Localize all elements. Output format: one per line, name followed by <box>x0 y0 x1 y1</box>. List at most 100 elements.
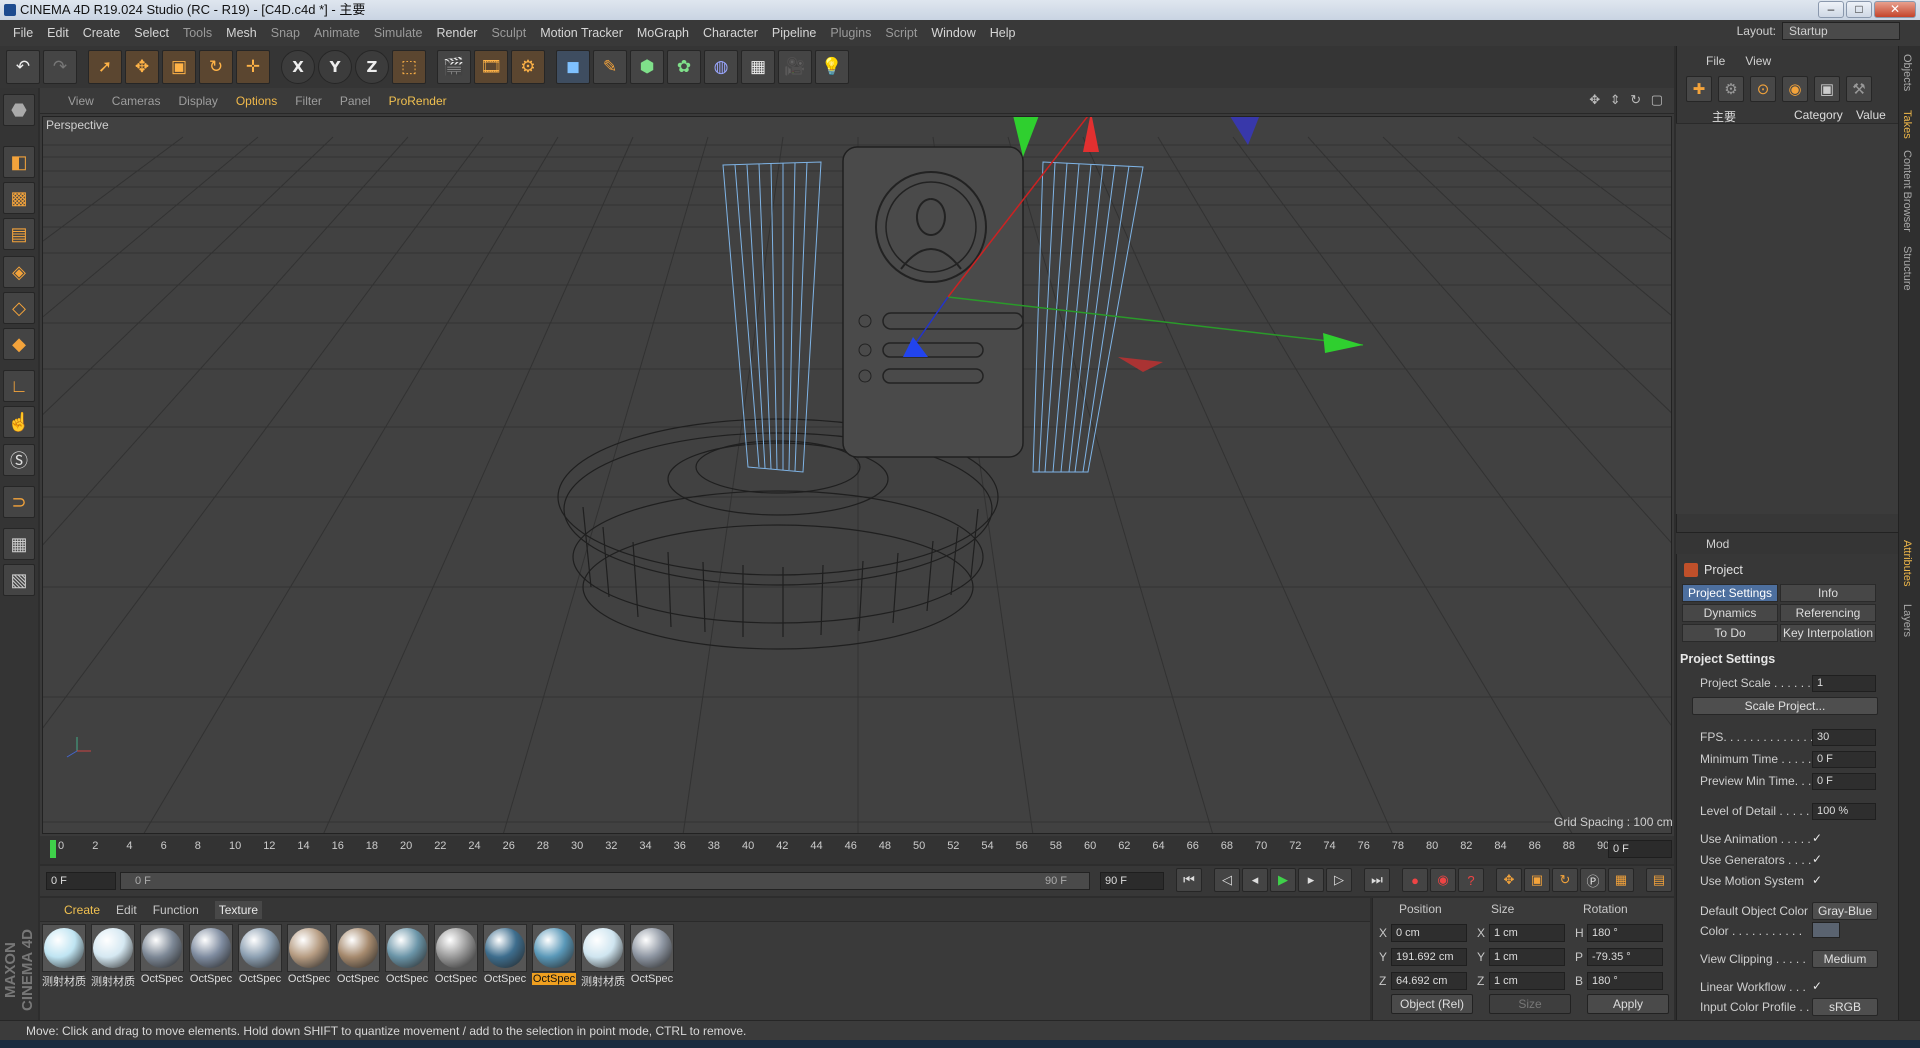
material-name[interactable]: OctSpec <box>140 973 184 985</box>
minimum-time-field[interactable]: 0 F <box>1812 751 1876 768</box>
snap-icon[interactable]: ⊃ <box>3 486 35 518</box>
tab-to-do[interactable]: To Do <box>1682 624 1778 642</box>
octane-render-icon[interactable]: ✚ <box>1686 76 1712 102</box>
material-preview[interactable] <box>42 924 86 972</box>
rotate-tool-icon[interactable]: ↻ <box>199 50 233 84</box>
material-item[interactable]: OctSpec <box>630 924 674 989</box>
tab-info[interactable]: Info <box>1780 584 1876 602</box>
menu-script[interactable]: Script <box>878 26 924 40</box>
material-preview[interactable] <box>140 924 184 972</box>
material-name[interactable]: 测射材质 <box>91 973 135 989</box>
coordinate-system-icon[interactable]: ⬚ <box>392 50 426 84</box>
material-preview[interactable] <box>238 924 282 972</box>
current-frame-field[interactable]: 0 F <box>1608 840 1672 858</box>
menu-mesh[interactable]: Mesh <box>219 26 264 40</box>
material-item[interactable]: OctSpec <box>238 924 282 989</box>
material-preview[interactable] <box>483 924 527 972</box>
menu-mograph[interactable]: MoGraph <box>630 26 696 40</box>
prev-frame-icon[interactable]: ◂ <box>1242 868 1268 892</box>
tab-project-settings[interactable]: Project Settings <box>1682 584 1778 602</box>
material-preview[interactable] <box>581 924 625 972</box>
edges-mode-icon[interactable]: ◇ <box>3 292 35 324</box>
material-name[interactable]: OctSpec <box>287 973 331 985</box>
cube-icon[interactable]: ◼ <box>556 50 590 84</box>
material-preview[interactable] <box>385 924 429 972</box>
obj-menu-file[interactable]: File <box>1706 54 1725 68</box>
linear-workflow-checkbox[interactable]: ✓ <box>1812 980 1826 993</box>
side-tab-takes[interactable]: Takes <box>1901 110 1913 139</box>
maximize-button[interactable]: □ <box>1846 1 1872 18</box>
level-of-detail-field[interactable]: 100 % <box>1812 803 1876 820</box>
timeline-ruler[interactable]: 0 2 4 6 8 10 12 14 16 18 20 22 24 26 28 30 32 34 36 38 40 42 4… <box>58 840 1609 860</box>
menu-select[interactable]: Select <box>127 26 176 40</box>
playhead-marker[interactable] <box>50 840 56 858</box>
rot-b-field[interactable]: 180 ° <box>1587 972 1663 990</box>
material-item[interactable]: OctSpec <box>532 924 576 989</box>
y-axis-lock-icon[interactable]: Y <box>318 50 352 84</box>
subdivision-icon[interactable]: ⬢ <box>630 50 664 84</box>
side-tab-structure[interactable]: Structure <box>1901 246 1913 291</box>
key-position-icon[interactable]: ✥ <box>1496 868 1522 892</box>
material-item[interactable]: OctSpec <box>385 924 429 989</box>
next-key-icon[interactable]: ▷ <box>1326 868 1352 892</box>
material-name[interactable]: 测射材质 <box>581 973 625 989</box>
use-generators-checkbox[interactable]: ✓ <box>1812 853 1826 866</box>
material-preview[interactable] <box>91 924 135 972</box>
rot-h-field[interactable]: 180 ° <box>1587 924 1663 942</box>
preview-min-time-field[interactable]: 0 F <box>1812 773 1876 790</box>
side-tab-objects[interactable]: Objects <box>1901 54 1913 91</box>
material-name[interactable]: OctSpec <box>630 973 674 985</box>
redo-icon[interactable]: ↷ <box>43 50 77 84</box>
last-tool-icon[interactable]: ✛ <box>236 50 270 84</box>
material-name[interactable]: OctSpec <box>483 973 527 985</box>
key-pla-icon[interactable]: ▦ <box>1608 868 1634 892</box>
selection-tool-icon[interactable]: ➚ <box>88 50 122 84</box>
record-icon[interactable]: ● <box>1402 868 1428 892</box>
key-scale-icon[interactable]: ▣ <box>1524 868 1550 892</box>
layout-dropdown[interactable]: Startup <box>1782 22 1900 40</box>
material-item[interactable]: 测射材质 <box>581 924 625 989</box>
material-item[interactable]: 测射材质 <box>42 924 86 989</box>
menu-tools[interactable]: Tools <box>176 26 219 40</box>
material-menu-create[interactable]: Create <box>64 903 100 917</box>
rot-p-field[interactable]: -79.35 ° <box>1587 948 1663 966</box>
menu-sculpt[interactable]: Sculpt <box>484 26 533 40</box>
project-scale-field[interactable]: 1 <box>1812 675 1876 692</box>
material-item[interactable]: OctSpec <box>336 924 380 989</box>
scale-tool-icon[interactable]: ▣ <box>162 50 196 84</box>
tab-referencing[interactable]: Referencing <box>1780 604 1876 622</box>
undo-icon[interactable]: ↶ <box>6 50 40 84</box>
fps-field[interactable]: 30 <box>1812 729 1876 746</box>
close-button[interactable]: ✕ <box>1874 1 1916 18</box>
size-z-field[interactable]: 1 cm <box>1489 972 1565 990</box>
menu-render[interactable]: Render <box>429 26 484 40</box>
viewport-menu-options[interactable]: Options <box>236 94 277 108</box>
material-item[interactable]: OctSpec <box>434 924 478 989</box>
default-object-color-dropdown[interactable]: Gray-Blue <box>1812 902 1878 920</box>
attr-mode-menu[interactable]: Mod <box>1706 537 1729 551</box>
size-mode-dropdown[interactable]: Size <box>1489 994 1571 1014</box>
octane-settings-icon[interactable]: ⚙ <box>1718 76 1744 102</box>
material-item[interactable]: OctSpec <box>140 924 184 989</box>
make-editable-icon[interactable]: ⬣ <box>3 94 35 126</box>
material-preview[interactable] <box>336 924 380 972</box>
model-mode-icon[interactable]: ◧ <box>3 146 35 178</box>
object-list[interactable] <box>1676 124 1898 514</box>
render-picture-viewer-icon[interactable]: 🎞 <box>474 50 508 84</box>
texture-mode-icon[interactable]: ▩ <box>3 182 35 214</box>
workplane-lock-icon[interactable]: ▦ <box>3 528 35 560</box>
tab-dynamics[interactable]: Dynamics <box>1682 604 1778 622</box>
material-item[interactable]: OctSpec <box>287 924 331 989</box>
input-color-profile-dropdown[interactable]: sRGB <box>1812 998 1878 1016</box>
viewport-menu-filter[interactable]: Filter <box>295 94 322 108</box>
menu-pipeline[interactable]: Pipeline <box>765 26 823 40</box>
material-name[interactable]: OctSpec <box>238 973 282 985</box>
start-frame-field[interactable]: 0 F <box>46 872 116 890</box>
go-to-start-icon[interactable]: ⏮ <box>1176 868 1202 892</box>
timeline-icon[interactable]: ▤ <box>1646 868 1672 892</box>
menu-character[interactable]: Character <box>696 26 765 40</box>
material-preview[interactable] <box>287 924 331 972</box>
octane-live-icon[interactable]: ⊙ <box>1750 76 1776 102</box>
size-x-field[interactable]: 1 cm <box>1489 924 1565 942</box>
menu-window[interactable]: Window <box>924 26 982 40</box>
